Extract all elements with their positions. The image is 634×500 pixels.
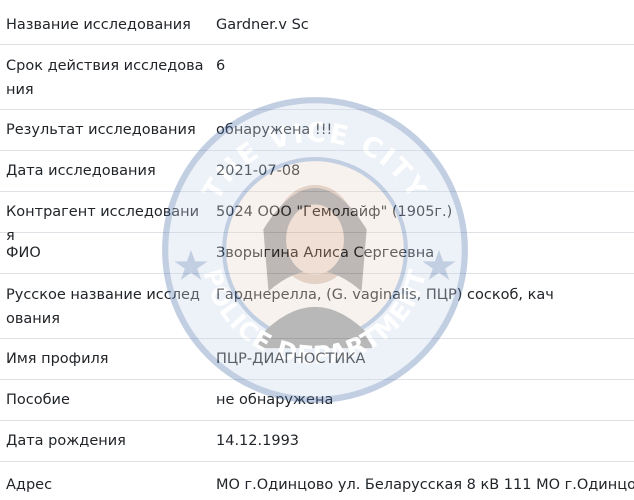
table-row: Контрагент исследования 5024 ООО "Гемола… — [0, 192, 634, 244]
table-row: Русское название исследования Гарднерелл… — [0, 274, 634, 339]
table-row: Имя профиля ПЦР-ДИАГНОСТИКА — [0, 339, 634, 380]
row-label: Название исследования — [6, 17, 191, 33]
row-value: Гарднерелла, (G. vaginalis, ПЦР) соскоб,… — [216, 287, 554, 303]
row-value: МО г.Одинцово ул. Беларусская 8 кВ 111 М… — [216, 477, 634, 493]
row-label: Русское название исследования — [6, 287, 200, 327]
table-row: Срок действия исследования 6 — [0, 45, 634, 110]
row-value: 2021-07-08 — [216, 163, 301, 179]
row-value: Зворыгина Алиса Сергеевна — [216, 245, 435, 261]
table-row: Название исследования Gardner.v Sc — [0, 5, 634, 45]
row-label: Дата рождения — [6, 433, 126, 449]
row-value: 5024 ООО "Гемолайф" (1905г.) — [216, 204, 453, 220]
row-value: 6 — [216, 58, 226, 74]
table-row: Пособие не обнаружена — [0, 380, 634, 421]
table-row: Адрес МО г.Одинцово ул. Беларусская 8 кВ… — [0, 462, 634, 500]
row-label: Дата исследования — [6, 163, 156, 179]
table-row: Результат исследования обнаружена !!! — [0, 110, 634, 151]
row-value: Gardner.v Sc — [216, 17, 309, 33]
row-value: ПЦР-ДИАГНОСТИКА — [216, 351, 366, 367]
row-label: Результат исследования — [6, 122, 196, 138]
row-value: обнаружена !!! — [216, 122, 333, 138]
record-details-table: Название исследования Gardner.v Sc Срок … — [0, 5, 634, 500]
row-label: Адрес — [6, 477, 53, 493]
table-row: Дата рождения 14.12.1993 — [0, 421, 634, 462]
row-label: Пособие — [6, 392, 70, 408]
row-label: ФИО — [6, 245, 41, 261]
row-value: не обнаружена — [216, 392, 334, 408]
row-value: 14.12.1993 — [216, 433, 300, 449]
row-label: Имя профиля — [6, 351, 109, 367]
table-row: Дата исследования 2021-07-08 — [0, 151, 634, 192]
row-label: Срок действия исследования — [6, 58, 204, 98]
